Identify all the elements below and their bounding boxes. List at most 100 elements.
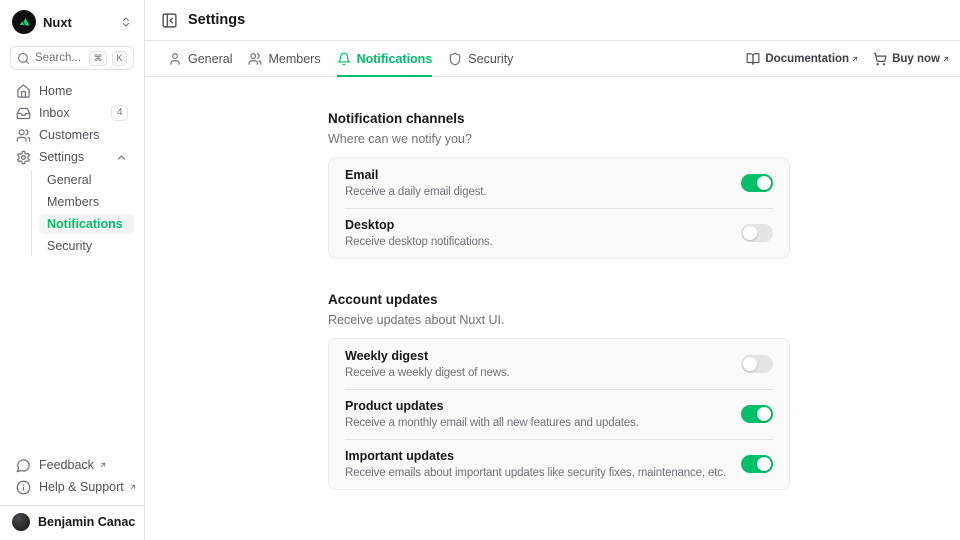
chevron-up-icon — [115, 151, 128, 164]
important-updates-toggle[interactable] — [741, 455, 773, 473]
speech-bubble-icon — [16, 458, 31, 473]
section-description: Receive updates about Nuxt UI. — [328, 313, 790, 327]
search-input[interactable] — [35, 52, 84, 64]
setting-row-email: Email Receive a daily email digest. — [329, 158, 789, 208]
user-icon — [168, 52, 182, 66]
section-title: Account updates — [328, 292, 790, 307]
avatar — [12, 513, 30, 531]
sidebar-subitem-label: Notifications — [47, 217, 123, 231]
setting-title: Product updates — [345, 399, 727, 413]
section-title: Notification channels — [328, 111, 790, 126]
nuxt-logo-icon — [12, 10, 36, 34]
settings-subnav: General Members Notifications Security — [31, 170, 134, 256]
product-updates-toggle[interactable] — [741, 405, 773, 423]
tabs: General Members Notifications Security — [168, 41, 513, 76]
footer-link-label: Feedback — [39, 458, 94, 472]
tab-notifications[interactable]: Notifications — [337, 41, 433, 76]
inbox-count-badge: 4 — [111, 105, 128, 121]
tab-label: Notifications — [357, 52, 433, 66]
bell-icon — [337, 52, 351, 66]
sidebar-spacer — [10, 257, 134, 455]
setting-description: Receive a daily email digest. — [345, 186, 727, 198]
settings-tabbar: General Members Notifications Security — [145, 41, 960, 77]
shield-icon — [448, 52, 462, 66]
sidebar-subitem-label: General — [47, 173, 91, 187]
cart-icon — [873, 52, 887, 66]
tab-label: Security — [468, 52, 513, 66]
book-icon — [746, 52, 760, 66]
desktop-toggle[interactable] — [741, 224, 773, 242]
tab-label: Members — [268, 52, 320, 66]
tabbar-links: Documentation Buy now — [746, 41, 950, 76]
setting-text: Desktop Receive desktop notifications. — [345, 218, 741, 248]
settings-card: Email Receive a daily email digest. Desk… — [328, 157, 790, 259]
sidebar-item-settings-general[interactable]: General — [39, 170, 134, 190]
panel-left-close-icon — [161, 12, 178, 29]
sidebar-item-settings-security[interactable]: Security — [39, 236, 134, 256]
tab-general[interactable]: General — [168, 41, 232, 76]
users-icon — [16, 128, 31, 143]
setting-text: Email Receive a daily email digest. — [345, 168, 741, 198]
external-link-icon — [851, 54, 859, 66]
external-link-icon — [129, 480, 137, 494]
external-link-icon — [942, 54, 950, 66]
page-title: Settings — [188, 12, 245, 28]
sidebar-item-inbox[interactable]: Inbox 4 — [10, 103, 134, 123]
setting-text: Weekly digest Receive a weekly digest of… — [345, 349, 741, 379]
kbd-command: ⌘ — [89, 51, 107, 66]
settings-content: Notification channels Where can we notif… — [145, 77, 960, 540]
buy-now-link[interactable]: Buy now — [873, 51, 950, 66]
chevrons-up-down-icon — [120, 16, 132, 28]
weekly-digest-toggle[interactable] — [741, 355, 773, 373]
app-window: Nuxt ⌘ K Home Inbox 4 Customers — [0, 0, 960, 540]
sidebar-item-home[interactable]: Home — [10, 81, 134, 101]
sidebar-item-customers[interactable]: Customers — [10, 125, 134, 145]
setting-row-product-updates: Product updates Receive a monthly email … — [329, 389, 789, 439]
workspace-name: Nuxt — [43, 15, 72, 30]
tab-security[interactable]: Security — [448, 41, 513, 76]
setting-row-weekly-digest: Weekly digest Receive a weekly digest of… — [329, 339, 789, 389]
section-notification-channels: Notification channels Where can we notif… — [328, 111, 790, 259]
user-menu[interactable]: Benjamin Canac — [0, 505, 144, 540]
setting-title: Important updates — [345, 449, 727, 463]
sidebar-item-settings-members[interactable]: Members — [39, 192, 134, 212]
kbd-k: K — [112, 51, 127, 66]
setting-title: Weekly digest — [345, 349, 727, 363]
main-panel: Settings General Members Notifications — [145, 0, 960, 540]
sidebar-subitem-label: Members — [47, 195, 99, 209]
toggle-knob — [757, 457, 771, 471]
toggle-knob — [757, 407, 771, 421]
user-name: Benjamin Canac — [38, 515, 135, 529]
gear-icon — [16, 150, 31, 165]
email-toggle[interactable] — [741, 174, 773, 192]
tab-members[interactable]: Members — [248, 41, 320, 76]
setting-row-important-updates: Important updates Receive emails about i… — [329, 439, 789, 489]
sidebar-item-settings[interactable]: Settings — [10, 147, 134, 167]
search-box[interactable]: ⌘ K — [10, 46, 134, 70]
sidebar-item-label: Inbox — [39, 106, 70, 120]
sidebar-item-label: Home — [39, 84, 72, 98]
help-support-link[interactable]: Help & Support — [10, 477, 134, 497]
setting-title: Email — [345, 168, 727, 182]
sidebar-nav: Home Inbox 4 Customers Settings G — [10, 81, 134, 257]
settings-container: Notification channels Where can we notif… — [328, 111, 790, 490]
setting-text: Important updates Receive emails about i… — [345, 449, 741, 479]
external-link-icon — [99, 458, 107, 472]
tabbar-link-label: Documentation — [765, 53, 849, 65]
setting-description: Receive desktop notifications. — [345, 236, 727, 248]
setting-description: Receive a monthly email with all new fea… — [345, 417, 727, 429]
toggle-knob — [743, 226, 757, 240]
setting-row-desktop: Desktop Receive desktop notifications. — [329, 208, 789, 258]
inbox-icon — [16, 106, 31, 121]
workspace-switcher[interactable]: Nuxt — [12, 10, 132, 34]
home-icon — [16, 84, 31, 99]
feedback-link[interactable]: Feedback — [10, 455, 134, 475]
page-header: Settings — [145, 0, 960, 41]
sidebar: Nuxt ⌘ K Home Inbox 4 Customers — [0, 0, 145, 540]
collapse-sidebar-button[interactable] — [161, 12, 178, 29]
section-account-updates: Account updates Receive updates about Nu… — [328, 292, 790, 490]
setting-text: Product updates Receive a monthly email … — [345, 399, 741, 429]
sidebar-item-settings-notifications[interactable]: Notifications — [39, 214, 134, 234]
tab-label: General — [188, 52, 232, 66]
documentation-link[interactable]: Documentation — [746, 51, 859, 66]
